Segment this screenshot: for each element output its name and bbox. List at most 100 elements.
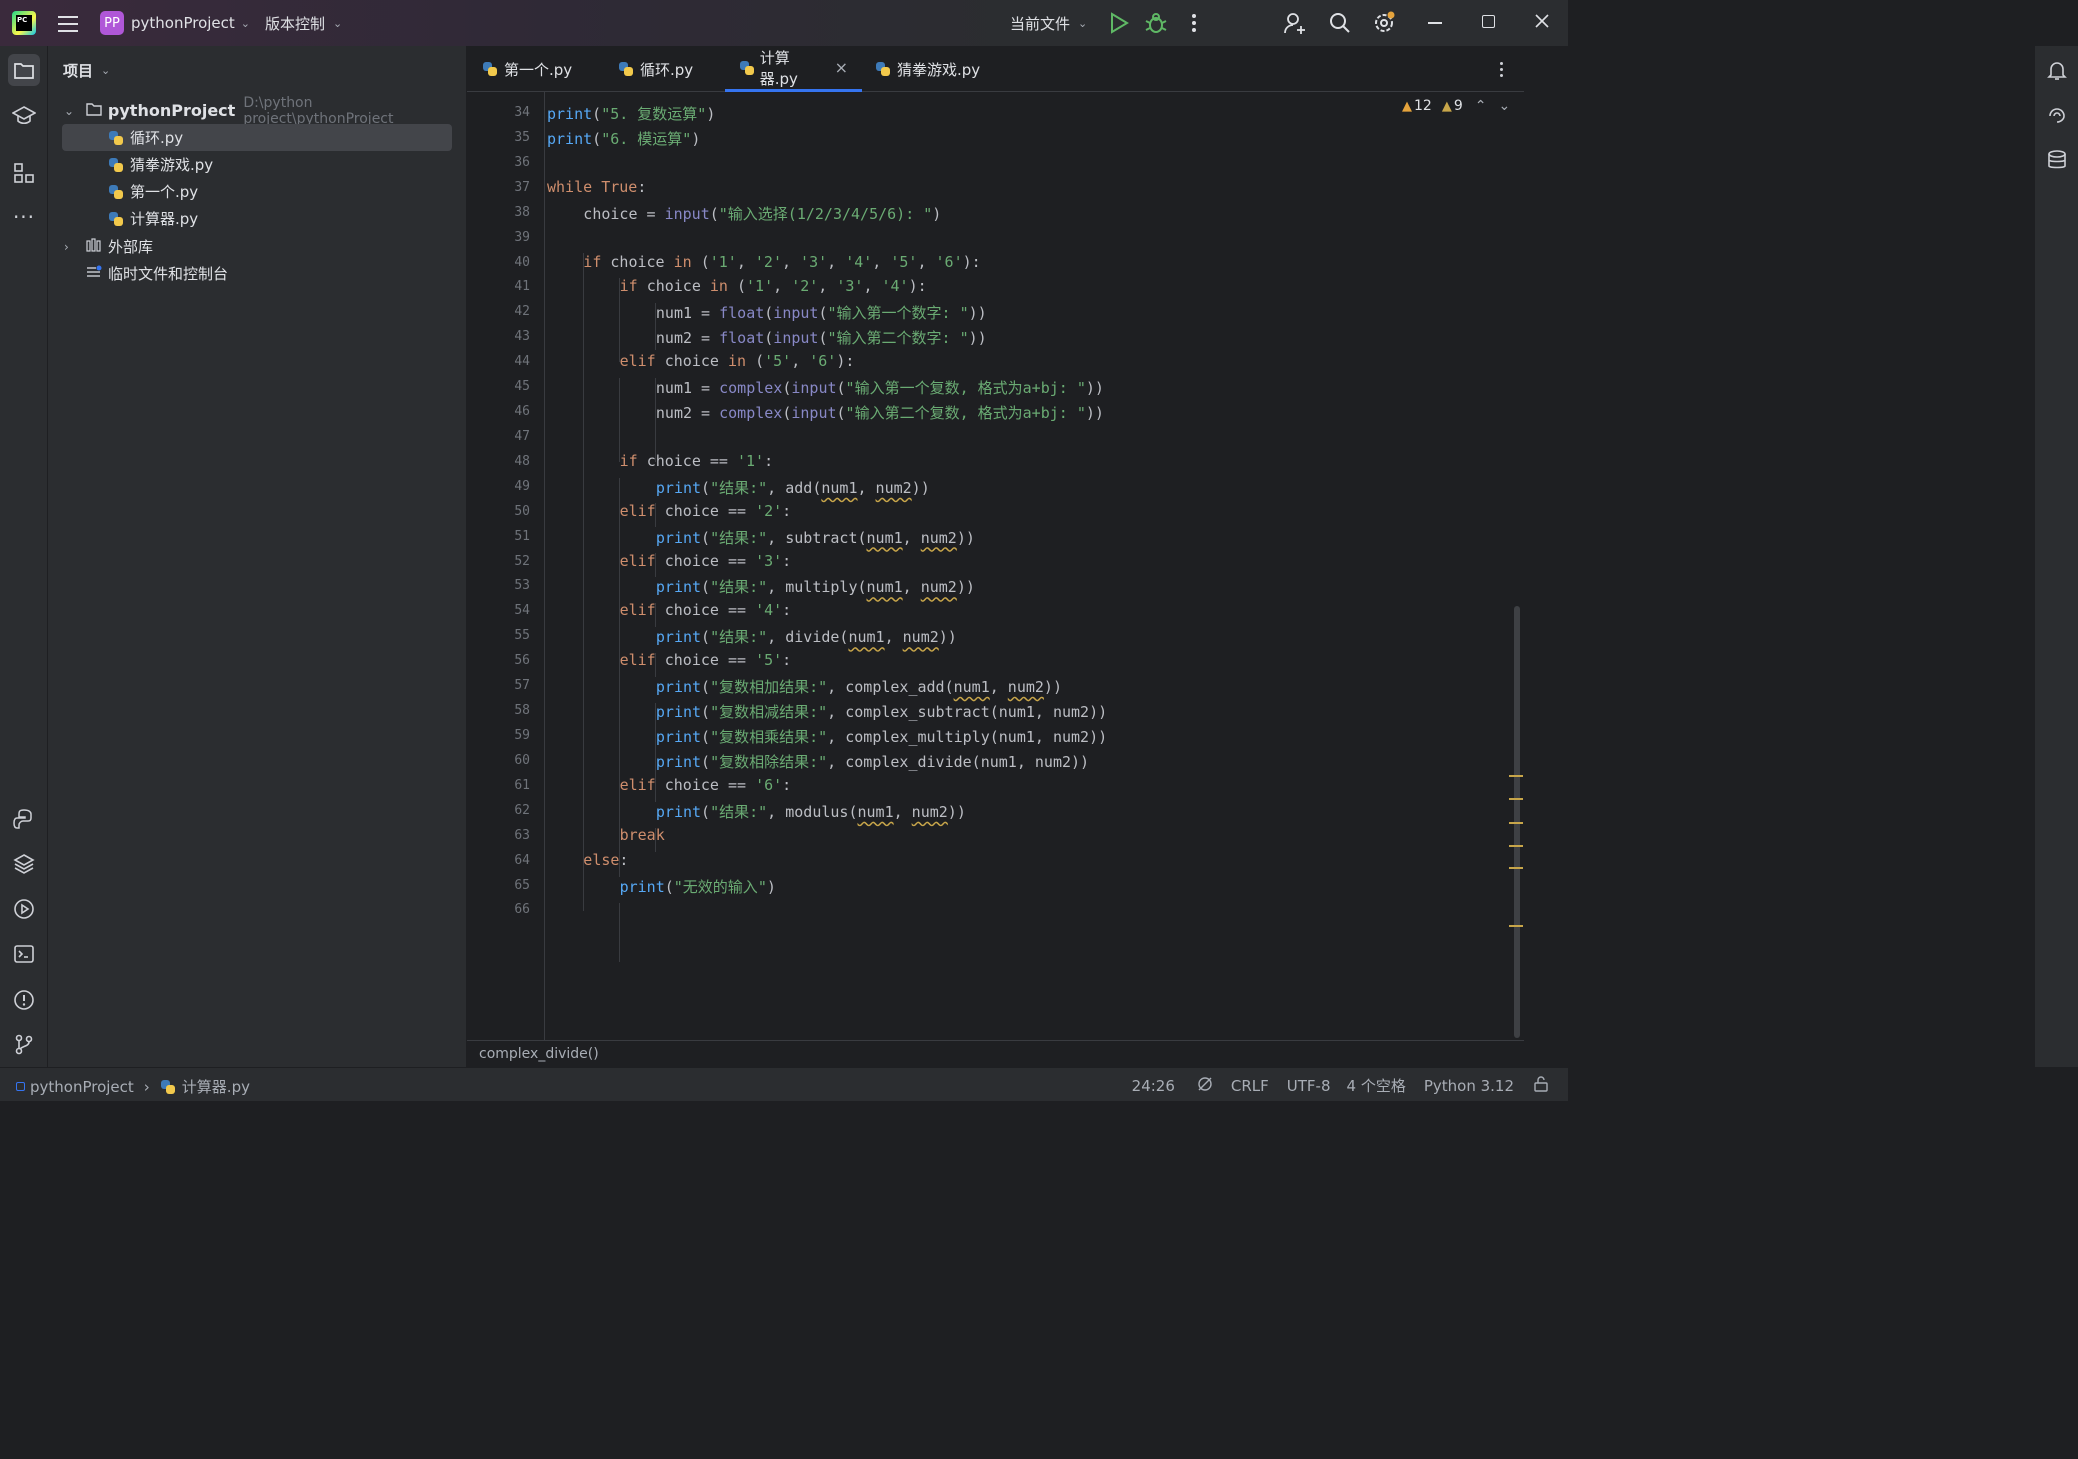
code-line: break xyxy=(620,826,665,844)
learn-icon[interactable] xyxy=(8,99,40,131)
code-token: elif xyxy=(619,775,665,794)
tree-root[interactable]: ⌄ pythonProject D:\python project\python… xyxy=(64,94,466,127)
code-token: , complex_add( xyxy=(827,678,954,697)
tree-scratches[interactable]: 临时文件和控制台 xyxy=(86,260,228,287)
code-token: num2 = xyxy=(655,329,720,348)
code-line: print("无效的输入") xyxy=(620,876,776,897)
ai-assistant-icon[interactable] xyxy=(2041,99,2073,131)
editor-tab[interactable]: 第一个.py xyxy=(482,46,572,92)
main-menu-icon[interactable] xyxy=(58,14,78,32)
code-token: '1' xyxy=(746,277,774,296)
add-user-icon[interactable] xyxy=(1283,11,1307,35)
services-icon[interactable] xyxy=(8,893,40,925)
code-token: ( xyxy=(701,578,711,597)
code-token: , multiply( xyxy=(767,578,867,597)
editor-tab[interactable]: 循环.py xyxy=(618,46,693,92)
line-ending[interactable]: CRLF xyxy=(1231,1077,1269,1095)
notifications-icon[interactable] xyxy=(2041,54,2073,86)
caret-position[interactable]: 24:26 xyxy=(1132,1077,1175,1095)
right-tool-ribbon xyxy=(2034,46,2078,1067)
editor-tab[interactable]: 猜拳游戏.py xyxy=(875,46,980,92)
editor-tab-label: 计算器.py xyxy=(759,48,798,88)
pycharm-logo-icon[interactable]: PC xyxy=(12,11,36,35)
code-area[interactable]: print("5. 复数运算") print("6. 模运算") while Tru… xyxy=(467,92,1507,1040)
database-icon[interactable] xyxy=(2041,144,2073,176)
status-right-group: 24:26 CRLF UTF-8 4 个空格 Python 3.12 xyxy=(1132,1075,1548,1096)
code-token: '3' xyxy=(800,252,828,271)
python-interpreter[interactable]: Python 3.12 xyxy=(1424,1077,1514,1095)
tree-file-item[interactable]: 循环.py xyxy=(62,124,452,151)
structure-icon[interactable] xyxy=(8,157,40,189)
status-project-name[interactable]: pythonProject xyxy=(30,1078,134,1096)
warning-stripe-marker[interactable] xyxy=(1509,798,1523,800)
close-window-button[interactable] xyxy=(1534,13,1550,29)
warning-stripe-marker[interactable] xyxy=(1509,925,1523,927)
problems-icon[interactable] xyxy=(8,984,40,1016)
code-token: num1 xyxy=(857,802,894,821)
vcs-menu-label: 版本控制 xyxy=(265,15,326,33)
indent-setting[interactable]: 4 个空格 xyxy=(1347,1075,1406,1096)
tree-file-item[interactable]: 第一个.py xyxy=(62,178,452,205)
code-token: complex xyxy=(719,379,783,398)
code-line: print("结果:", multiply(num1, num2)) xyxy=(656,576,975,597)
search-icon[interactable] xyxy=(1328,11,1352,35)
more-actions-icon[interactable] xyxy=(1192,14,1196,32)
code-token: )) xyxy=(911,478,930,497)
code-line: elif choice == '3': xyxy=(620,552,792,570)
indent-guide xyxy=(619,378,620,462)
run-config-selector[interactable]: 当前文件 ⌄ xyxy=(1010,13,1087,34)
unlock-icon[interactable] xyxy=(1534,1075,1548,1096)
code-line: print("结果:", add(num1, num2)) xyxy=(656,477,930,498)
code-token: ) xyxy=(932,204,942,223)
layers-icon[interactable] xyxy=(8,848,40,880)
debug-button[interactable] xyxy=(1145,12,1167,34)
code-token: , xyxy=(863,277,882,296)
code-token: : xyxy=(782,601,792,620)
code-token: input xyxy=(791,404,837,423)
settings-gear-icon[interactable] xyxy=(1372,11,1396,35)
code-line: print("复数相乘结果:", complex_multiply(num1, … xyxy=(656,726,1107,747)
code-token: num1 = xyxy=(655,379,720,398)
vcs-menu[interactable]: 版本控制 ⌄ xyxy=(265,13,342,34)
no-ai-icon[interactable] xyxy=(1197,1076,1213,1096)
warning-stripe-marker[interactable] xyxy=(1509,845,1523,847)
chevron-right-icon[interactable]: › xyxy=(64,240,78,254)
project-switcher[interactable]: PP pythonProject ⌄ xyxy=(100,11,250,35)
status-file-name[interactable]: 计算器.py xyxy=(182,1076,250,1097)
chevron-down-icon: ⌄ xyxy=(333,17,343,30)
code-token: ( xyxy=(755,352,765,371)
run-button[interactable] xyxy=(1108,12,1130,34)
git-icon[interactable] xyxy=(8,1028,40,1060)
code-line: elif choice == '6': xyxy=(620,776,792,794)
warning-stripe-marker[interactable] xyxy=(1509,775,1523,777)
close-tab-icon[interactable]: × xyxy=(835,58,848,77)
folder-icon[interactable] xyxy=(8,54,40,86)
more-icon[interactable]: ··· xyxy=(8,201,40,233)
code-line: num2 = complex(input("输入第二个复数, 格式为a+bj: … xyxy=(656,402,1104,423)
tree-external-libraries[interactable]: › 外部库 xyxy=(64,233,153,260)
code-token: choice == xyxy=(664,601,756,620)
more-tabs-icon[interactable] xyxy=(1500,62,1504,78)
minimize-window-button[interactable] xyxy=(1428,22,1442,24)
python-console-icon[interactable] xyxy=(8,803,40,835)
maximize-window-button[interactable] xyxy=(1482,15,1495,28)
warning-stripe-marker[interactable] xyxy=(1509,867,1523,869)
tree-file-item[interactable]: 计算器.py xyxy=(62,205,452,232)
tree-file-item[interactable]: 猜拳游戏.py xyxy=(62,151,452,178)
file-encoding[interactable]: UTF-8 xyxy=(1287,1077,1331,1095)
editor-tab[interactable]: 计算器.py × xyxy=(725,46,862,92)
tree-root-path: D:\python project\pythonProject xyxy=(243,94,394,127)
code-token: , xyxy=(917,252,936,271)
code-token: print xyxy=(655,802,702,821)
project-panel-header[interactable]: 项目 ⌄ xyxy=(63,60,110,81)
code-breadcrumb[interactable]: complex_divide() xyxy=(479,1046,599,1062)
code-token: ( xyxy=(836,379,846,398)
tree-external-libraries-label: 外部库 xyxy=(108,238,154,256)
chevron-down-icon[interactable]: ⌄ xyxy=(64,104,78,118)
terminal-icon[interactable] xyxy=(8,938,40,970)
python-file-icon xyxy=(482,61,498,77)
python-file-icon xyxy=(875,61,891,77)
left-tool-ribbon: ··· xyxy=(0,46,48,1067)
warning-stripe-marker[interactable] xyxy=(1509,822,1523,824)
code-token: : xyxy=(637,177,647,196)
